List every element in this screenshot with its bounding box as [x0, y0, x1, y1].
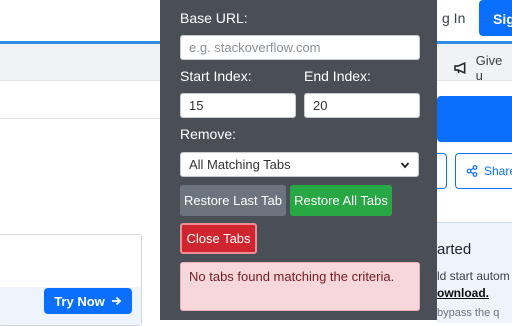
try-now-label: Try Now [54, 293, 105, 309]
primary-action-button[interactable] [437, 96, 512, 142]
chevron-down-icon [400, 161, 410, 168]
give-feedback-link[interactable]: Give u [454, 53, 512, 83]
restore-all-tabs-button[interactable]: Restore All Tabs [290, 185, 392, 216]
base-url-label: Base URL: [180, 10, 248, 26]
card-text: ld start autom [437, 269, 510, 283]
card-text-2: bypass the q [437, 307, 500, 319]
get-started-card: arted ld start autom ownload. bypass the… [437, 222, 512, 323]
start-index-input[interactable] [180, 93, 296, 118]
error-alert: No tabs found matching the criteria. [180, 262, 420, 311]
arrow-right-icon [111, 296, 122, 306]
close-tabs-button[interactable]: Close Tabs [180, 223, 257, 254]
secondary-action-button[interactable] [437, 153, 447, 189]
restore-last-tab-button[interactable]: Restore Last Tab [180, 185, 286, 216]
card-title: arted [437, 241, 472, 258]
remove-select-value: All Matching Tabs [189, 157, 291, 172]
start-index-label: Start Index: [180, 68, 252, 84]
share-button[interactable]: Share [455, 153, 512, 189]
base-url-input[interactable] [180, 35, 420, 60]
megaphone-icon [454, 62, 466, 74]
login-link[interactable]: g In [442, 10, 465, 26]
remove-label: Remove: [180, 126, 237, 142]
end-index-label: End Index: [304, 68, 371, 84]
signup-button[interactable]: Sig [479, 0, 512, 36]
end-index-input[interactable] [304, 93, 420, 118]
divider [0, 118, 160, 119]
tab-closer-popup: Base URL: Start Index: End Index: Remove… [160, 0, 437, 320]
share-label: Share [484, 164, 512, 178]
give-feedback-label: Give u [475, 53, 503, 83]
remove-select[interactable]: All Matching Tabs [180, 152, 419, 177]
try-now-button[interactable]: Try Now [44, 288, 132, 314]
download-link[interactable]: ownload. [437, 286, 489, 300]
share-icon [466, 165, 478, 177]
